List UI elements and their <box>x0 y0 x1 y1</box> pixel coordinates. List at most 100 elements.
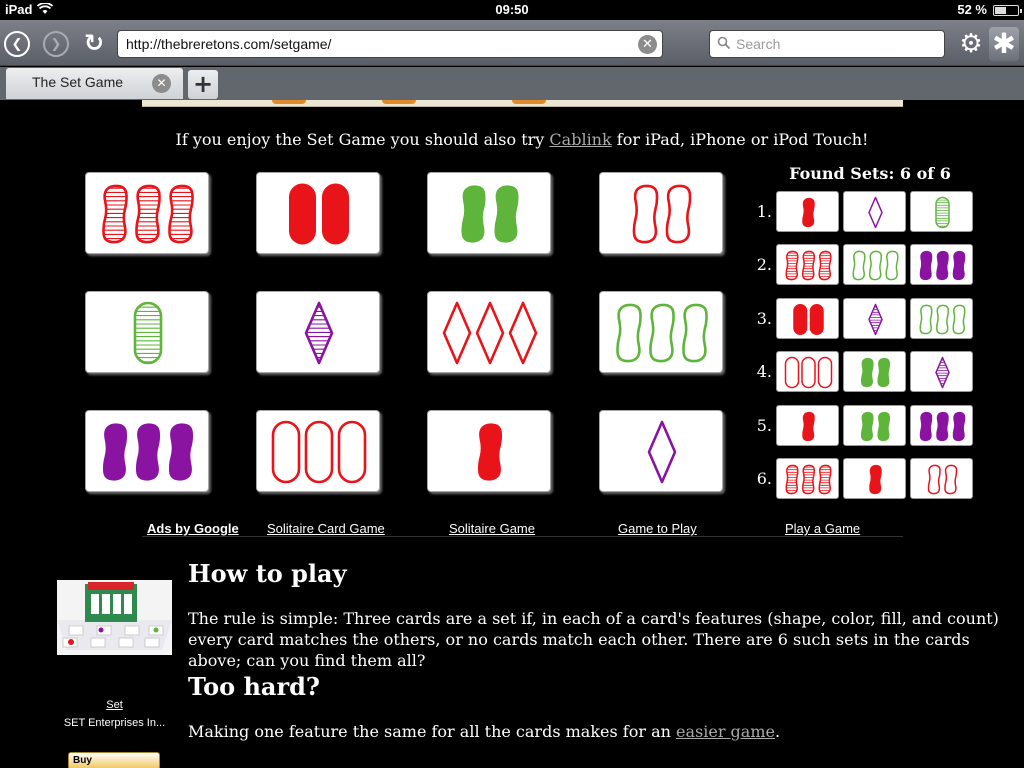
set-card[interactable] <box>599 291 723 373</box>
too-hard-heading: Too hard? <box>188 672 320 701</box>
header-banner <box>142 100 903 107</box>
set-card[interactable] <box>85 291 209 373</box>
easier-game-link[interactable]: easier game <box>676 722 775 741</box>
too-hard-after: . <box>774 722 781 741</box>
set-card[interactable] <box>256 291 380 373</box>
found-set-card <box>776 191 839 232</box>
found-set-card <box>910 404 973 446</box>
found-set-number: 3. <box>756 308 772 328</box>
extras-button[interactable]: ✱ <box>989 27 1019 61</box>
squiggle-symbol <box>860 411 874 441</box>
forward-button[interactable]: ❯ <box>43 31 69 57</box>
ad-link[interactable]: Solitaire Card Game <box>267 521 385 536</box>
found-set-card <box>843 458 906 499</box>
back-button[interactable]: ❮ <box>4 31 30 57</box>
squiggle-symbol <box>860 358 874 388</box>
tab-the-set-game[interactable]: The Set Game ✕ <box>6 68 183 99</box>
oval-symbol <box>133 301 163 365</box>
cablink-link[interactable]: Cablink <box>549 130 611 149</box>
reload-button[interactable]: ↻ <box>80 29 108 57</box>
squiggle-symbol <box>877 358 891 388</box>
set-card[interactable] <box>427 410 551 492</box>
oval-symbol <box>935 196 950 229</box>
found-set-number: 4. <box>756 362 772 382</box>
squiggle-symbol <box>952 304 966 335</box>
buy-amazon-button[interactable]: Buy amazon.com <box>68 752 160 768</box>
found-set-card <box>910 191 973 232</box>
squiggle-symbol <box>494 185 519 243</box>
found-set-number: 6. <box>756 469 772 488</box>
squiggle-symbol <box>802 197 815 228</box>
tab-label: The Set Game <box>32 74 124 90</box>
search-input[interactable]: Search <box>709 30 945 58</box>
set-card[interactable] <box>599 410 723 492</box>
squiggle-symbol <box>877 411 891 441</box>
set-card[interactable] <box>256 172 380 254</box>
ad-link[interactable]: Play a Game <box>785 521 860 536</box>
url-field[interactable]: http://thebreretons.com/setgame/ ✕ <box>117 30 663 58</box>
product-image[interactable] <box>57 580 172 655</box>
search-icon <box>717 36 731 50</box>
battery-icon <box>993 5 1022 16</box>
squiggle-symbol <box>168 184 194 244</box>
banner-decoration <box>512 100 546 104</box>
set-card[interactable] <box>256 410 380 492</box>
set-card[interactable] <box>427 172 551 254</box>
oval-symbol <box>271 420 301 484</box>
oval-symbol <box>809 303 824 335</box>
promo-before: If you enjoy the Set Game you should als… <box>175 130 550 149</box>
squiggle-symbol <box>919 304 933 335</box>
set-card[interactable] <box>85 410 209 492</box>
diamond-symbol <box>442 301 472 365</box>
close-tab-icon[interactable]: ✕ <box>152 74 171 93</box>
squiggle-symbol <box>868 251 883 281</box>
squiggle-symbol <box>952 251 966 281</box>
set-card[interactable] <box>427 291 551 373</box>
promo-text: If you enjoy the Set Game you should als… <box>0 130 1024 149</box>
set-card[interactable] <box>599 172 723 254</box>
squiggle-symbol <box>927 464 941 495</box>
found-set-card <box>910 351 973 393</box>
squiggle-symbol <box>936 411 949 441</box>
squiggle-symbol <box>102 423 128 481</box>
squiggle-symbol <box>919 411 933 441</box>
product-link[interactable]: Set <box>57 699 172 711</box>
found-set-card <box>776 351 839 393</box>
ad-link[interactable]: Game to Play <box>618 521 697 536</box>
found-set-card <box>776 404 839 446</box>
oval-symbol <box>784 356 800 389</box>
squiggle-symbol <box>885 251 899 281</box>
new-tab-button[interactable]: + <box>188 70 218 99</box>
squiggle-symbol <box>616 303 642 363</box>
squiggle-symbol <box>944 464 958 495</box>
too-hard-before: Making one feature the same for all the … <box>188 722 677 741</box>
found-set-number: 5. <box>756 415 772 435</box>
diamond-symbol <box>508 301 538 365</box>
found-set-card <box>776 297 839 339</box>
squiggle-symbol <box>936 251 949 281</box>
squiggle-symbol <box>682 303 708 363</box>
diamond-symbol <box>647 420 677 484</box>
squiggle-symbol <box>852 251 866 281</box>
ad-link[interactable]: Solitaire Game <box>449 521 535 536</box>
found-set-card <box>843 191 906 232</box>
settings-button[interactable]: ⚙ <box>957 30 985 58</box>
oval-symbol <box>304 420 334 484</box>
found-set-card <box>910 458 973 499</box>
found-set-card <box>910 244 973 286</box>
status-bar: iPad 09:50 52 % <box>0 0 1024 20</box>
rules-paragraph: The rule is simple: Three cards are a se… <box>188 609 999 670</box>
set-card[interactable] <box>85 172 209 254</box>
diamond-symbol <box>868 196 883 229</box>
ads-by-google-link[interactable]: Ads by Google <box>147 521 239 536</box>
banner-decoration <box>382 100 416 104</box>
found-set-card <box>910 297 973 339</box>
diamond-symbol <box>868 303 883 336</box>
gear-icon: ⚙ <box>959 29 983 59</box>
plus-icon: + <box>192 70 214 98</box>
clear-url-icon[interactable]: ✕ <box>638 35 657 54</box>
clock: 09:50 <box>495 2 529 17</box>
tab-bar: The Set Game ✕ + <box>0 67 1024 100</box>
found-set-card <box>843 244 906 286</box>
squiggle-symbol <box>135 423 161 481</box>
